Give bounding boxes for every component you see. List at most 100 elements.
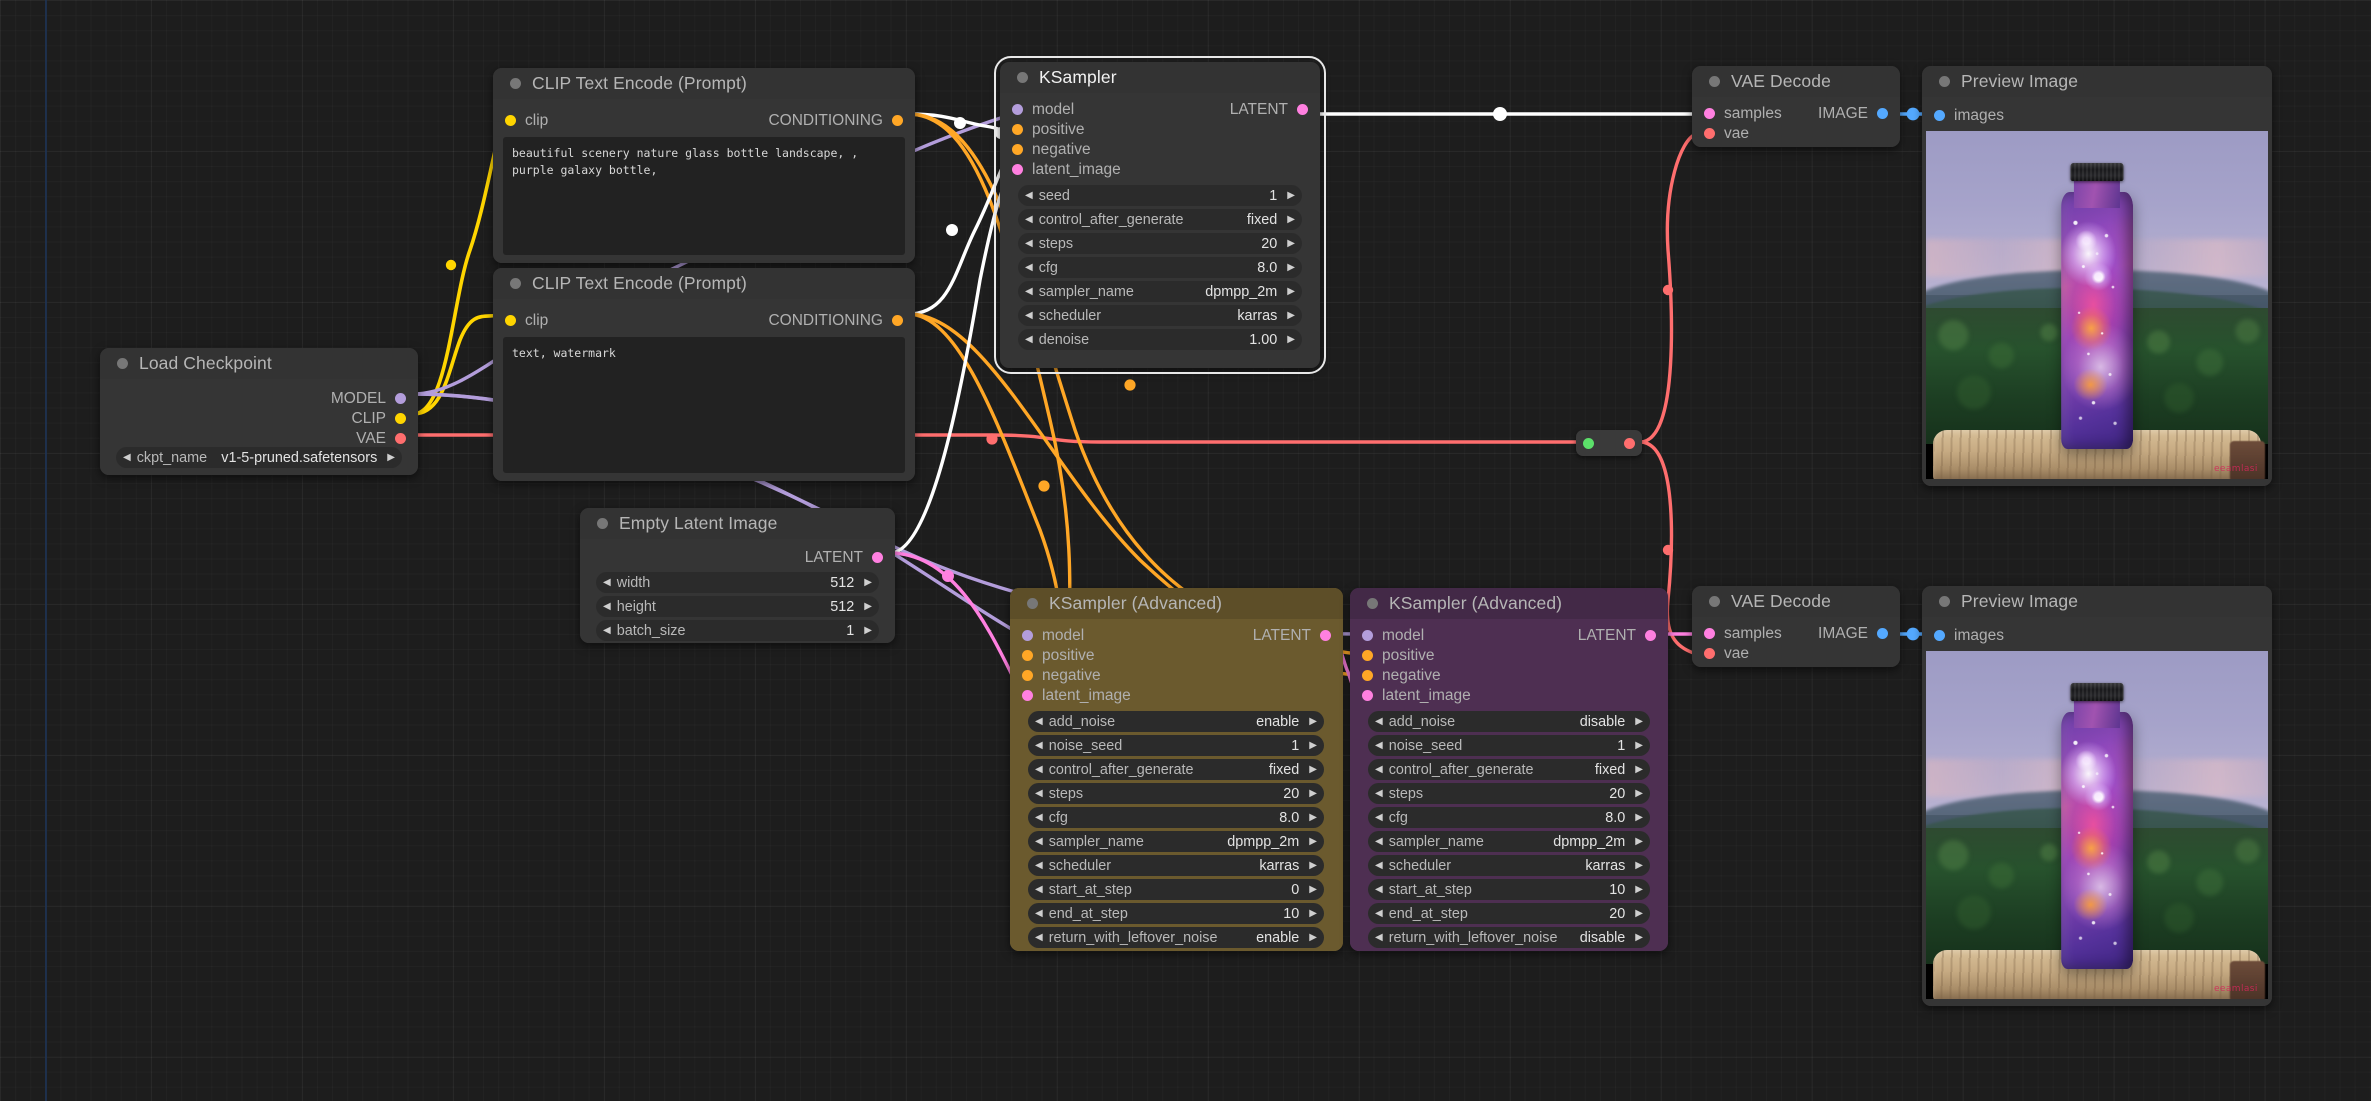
collapse-dot-icon[interactable] [510, 78, 521, 89]
widget-height[interactable]: ◀ height 512 ▶ [596, 596, 879, 617]
widget-add-noise[interactable]: ◀ add_noise disable ▶ [1368, 711, 1650, 732]
input-port-model[interactable]: model [1022, 627, 1084, 644]
left-arrow-icon[interactable]: ◀ [1025, 262, 1033, 273]
node-title-bar[interactable]: VAE Decode [1692, 586, 1900, 617]
widget-control-after-generate[interactable]: ◀ control_after_generate fixed ▶ [1368, 759, 1650, 780]
node-vae-decode-bottom[interactable]: VAE Decode samples vae IMAGE [1692, 586, 1900, 667]
widget-noise-seed[interactable]: ◀ noise_seed 1 ▶ [1028, 735, 1324, 756]
collapse-dot-icon[interactable] [1709, 76, 1720, 87]
node-vae-decode-top[interactable]: VAE Decode samples vae IMAGE [1692, 66, 1900, 147]
node-empty-latent-image[interactable]: Empty Latent Image LATENT ◀ width 512 ▶ … [580, 508, 895, 643]
input-port-negative[interactable]: negative [1362, 667, 1441, 684]
left-arrow-icon[interactable]: ◀ [603, 625, 611, 636]
widget-cfg[interactable]: ◀ cfg 8.0 ▶ [1018, 257, 1302, 278]
input-port-latent-image[interactable]: latent_image [1022, 687, 1131, 704]
left-arrow-icon[interactable]: ◀ [1025, 310, 1033, 321]
input-port-samples[interactable]: samples [1704, 625, 1782, 642]
widget-steps[interactable]: ◀ steps 20 ▶ [1368, 783, 1650, 804]
collapse-dot-icon[interactable] [510, 278, 521, 289]
widget-seed[interactable]: ◀ seed 1 ▶ [1018, 185, 1302, 206]
output-port-image[interactable]: IMAGE [1818, 625, 1888, 642]
preview-image-canvas[interactable]: eeamlasi [1926, 131, 2268, 479]
right-arrow-icon[interactable]: ▶ [864, 625, 872, 636]
widget-noise-seed[interactable]: ◀ noise_seed 1 ▶ [1368, 735, 1650, 756]
node-title-bar[interactable]: KSampler [1000, 62, 1320, 93]
right-arrow-icon[interactable]: ▶ [864, 577, 872, 588]
right-arrow-icon[interactable]: ▶ [1287, 238, 1295, 249]
right-arrow-icon[interactable]: ▶ [1287, 334, 1295, 345]
widget-sampler-name[interactable]: ◀ sampler_name dpmpp_2m ▶ [1028, 831, 1324, 852]
widget-sampler-name[interactable]: ◀ sampler_name dpmpp_2m ▶ [1368, 831, 1650, 852]
node-title-bar[interactable]: CLIP Text Encode (Prompt) [493, 268, 915, 299]
widget-steps[interactable]: ◀ steps 20 ▶ [1018, 233, 1302, 254]
node-preview-image-top[interactable]: Preview Image images eeamlasi [1922, 66, 2272, 486]
collapse-dot-icon[interactable] [1939, 596, 1950, 607]
widget-steps[interactable]: ◀ steps 20 ▶ [1028, 783, 1324, 804]
output-port-vae[interactable]: VAE [356, 430, 406, 447]
right-arrow-icon[interactable]: ▶ [1287, 190, 1295, 201]
input-port-latent-image[interactable]: latent_image [1012, 161, 1121, 178]
widget-cfg[interactable]: ◀ cfg 8.0 ▶ [1028, 807, 1324, 828]
widget-scheduler[interactable]: ◀ scheduler karras ▶ [1028, 855, 1324, 876]
collapse-dot-icon[interactable] [1017, 72, 1028, 83]
left-arrow-icon[interactable]: ◀ [1025, 334, 1033, 345]
node-clip-text-encode-negative[interactable]: CLIP Text Encode (Prompt) clip CONDITION… [493, 268, 915, 481]
left-arrow-icon[interactable]: ◀ [1025, 214, 1033, 225]
output-port-conditioning[interactable]: CONDITIONING [768, 312, 903, 329]
widget-scheduler[interactable]: ◀ scheduler karras ▶ [1018, 305, 1302, 326]
widget-control-after-generate[interactable]: ◀ control_after_generate fixed ▶ [1018, 209, 1302, 230]
node-title-bar[interactable]: Empty Latent Image [580, 508, 895, 539]
node-load-checkpoint[interactable]: Load Checkpoint MODEL CLIP VAE ◀ ckpt_na… [100, 348, 418, 475]
collapse-dot-icon[interactable] [1367, 598, 1378, 609]
widget-scheduler[interactable]: ◀ scheduler karras ▶ [1368, 855, 1650, 876]
output-port-latent[interactable]: LATENT [805, 549, 883, 566]
right-arrow-icon[interactable]: ▶ [1287, 214, 1295, 225]
input-port-model[interactable]: model [1362, 627, 1424, 644]
output-port-image[interactable]: IMAGE [1818, 105, 1888, 122]
widget-sampler-name[interactable]: ◀ sampler_name dpmpp_2m ▶ [1018, 281, 1302, 302]
prompt-textarea[interactable]: beautiful scenery nature glass bottle la… [503, 137, 905, 255]
collapse-dot-icon[interactable] [117, 358, 128, 369]
input-port-vae[interactable]: vae [1704, 645, 1749, 662]
graph-canvas[interactable]: CLIP Text Encode (Prompt) clip CONDITION… [0, 0, 2371, 1101]
preview-image-canvas[interactable]: eeamlasi [1926, 651, 2268, 999]
widget-ckpt-name[interactable]: ◀ ckpt_name v1-5-pruned.safetensors ▶ [116, 447, 402, 468]
input-port-negative[interactable]: negative [1012, 141, 1091, 158]
collapse-dot-icon[interactable] [1027, 598, 1038, 609]
node-ksampler[interactable]: KSampler model positive negative latent_… [994, 56, 1326, 374]
input-port-images[interactable]: images [1934, 627, 2004, 644]
widget-control-after-generate[interactable]: ◀ control_after_generate fixed ▶ [1028, 759, 1324, 780]
widget-width[interactable]: ◀ width 512 ▶ [596, 572, 879, 593]
node-preview-image-bottom[interactable]: Preview Image images eeamlasi [1922, 586, 2272, 1006]
prompt-textarea[interactable]: text, watermark [503, 337, 905, 473]
node-title-bar[interactable]: Load Checkpoint [100, 348, 418, 379]
right-arrow-icon[interactable]: ▶ [1287, 286, 1295, 297]
collapse-dot-icon[interactable] [1709, 596, 1720, 607]
widget-return-with-leftover-noise[interactable]: ◀ return_with_leftover_noise enable ▶ [1028, 927, 1324, 948]
input-port-latent-image[interactable]: latent_image [1362, 687, 1471, 704]
output-port-latent[interactable]: LATENT [1230, 101, 1308, 118]
widget-batch-size[interactable]: ◀ batch_size 1 ▶ [596, 620, 879, 641]
output-port-conditioning[interactable]: CONDITIONING [768, 112, 903, 129]
widget-add-noise[interactable]: ◀ add_noise enable ▶ [1028, 711, 1324, 732]
node-reroute-vae[interactable] [1576, 430, 1642, 456]
widget-cfg[interactable]: ◀ cfg 8.0 ▶ [1368, 807, 1650, 828]
input-port-negative[interactable]: negative [1022, 667, 1101, 684]
input-port-model[interactable]: model [1012, 101, 1074, 118]
left-arrow-icon[interactable]: ◀ [1025, 190, 1033, 201]
input-port-samples[interactable]: samples [1704, 105, 1782, 122]
input-port-images[interactable]: images [1934, 107, 2004, 124]
right-arrow-icon[interactable]: ▶ [1287, 262, 1295, 273]
node-title-bar[interactable]: CLIP Text Encode (Prompt) [493, 68, 915, 99]
node-title-bar[interactable]: KSampler (Advanced) [1010, 588, 1343, 619]
node-ksampler-advanced-2[interactable]: KSampler (Advanced) model positive negat… [1350, 588, 1668, 951]
node-title-bar[interactable]: Preview Image [1922, 66, 2272, 97]
widget-start-at-step[interactable]: ◀ start_at_step 10 ▶ [1368, 879, 1650, 900]
input-port-clip[interactable]: clip [505, 312, 548, 329]
node-clip-text-encode-positive[interactable]: CLIP Text Encode (Prompt) clip CONDITION… [493, 68, 915, 263]
input-port-clip[interactable]: clip [505, 112, 548, 129]
left-arrow-icon[interactable]: ◀ [603, 577, 611, 588]
left-arrow-icon[interactable]: ◀ [1025, 238, 1033, 249]
widget-return-with-leftover-noise[interactable]: ◀ return_with_leftover_noise disable ▶ [1368, 927, 1650, 948]
widget-end-at-step[interactable]: ◀ end_at_step 20 ▶ [1368, 903, 1650, 924]
